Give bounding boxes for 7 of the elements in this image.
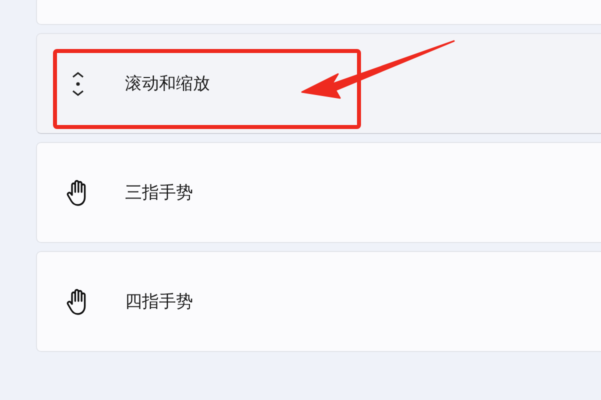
item-label: 滚动和缩放 — [125, 73, 210, 95]
item-label: 三指手势 — [125, 182, 193, 204]
settings-item[interactable]: 滚动和缩放 — [36, 33, 601, 134]
settings-item[interactable]: 三指手势 — [36, 142, 601, 243]
settings-item[interactable]: 四指手势 — [36, 251, 601, 352]
item-label: 四指手势 — [125, 291, 193, 313]
scroll-icon — [71, 70, 85, 96]
